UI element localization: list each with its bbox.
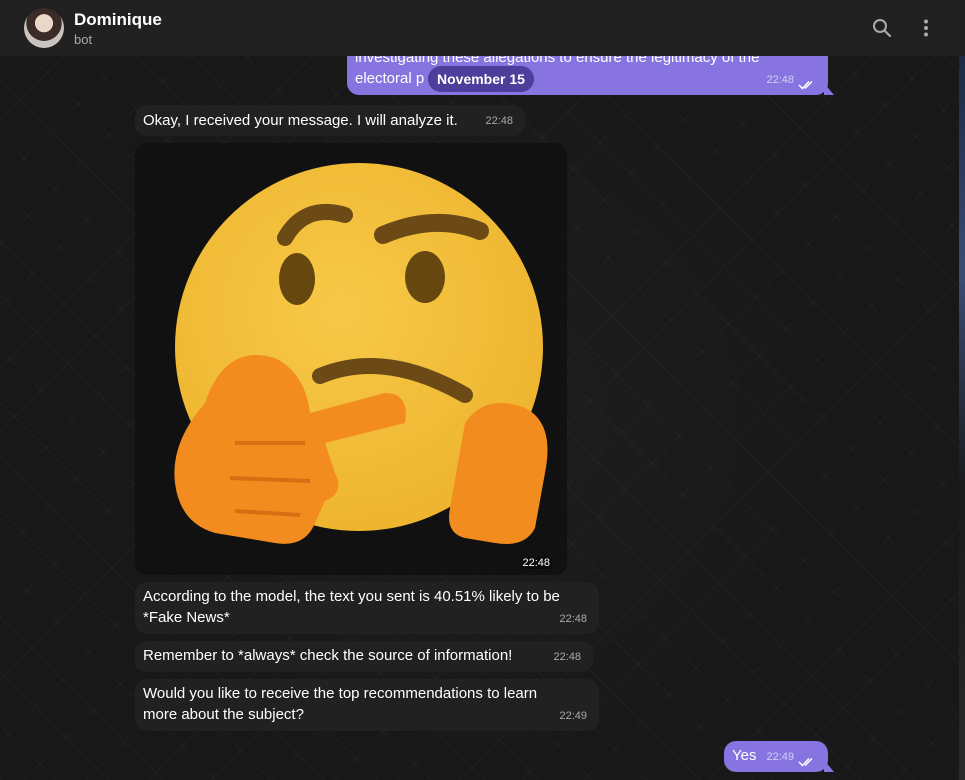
more-vert-icon[interactable] bbox=[914, 16, 938, 40]
scroll-edge bbox=[959, 56, 965, 780]
incoming-message[interactable]: Okay, I received your message. I will an… bbox=[135, 105, 525, 136]
message-text: Remember to *always* check the source of… bbox=[143, 647, 513, 664]
sticker-message[interactable]: 22:48 bbox=[135, 143, 567, 575]
chat-title[interactable]: Dominique bbox=[74, 10, 162, 30]
outgoing-message[interactable]: Yes 22:49 bbox=[724, 741, 834, 772]
message-time: 22:48 bbox=[519, 557, 553, 569]
message-text-line2: electoral p bbox=[355, 70, 425, 87]
message-text-line2: *Fake News* bbox=[143, 609, 230, 626]
message-time: 22:48 bbox=[553, 651, 581, 663]
message-time: 22:48 bbox=[485, 115, 513, 127]
message-text-line2: more about the subject? bbox=[143, 706, 304, 723]
incoming-message[interactable]: According to the model, the text you sen… bbox=[135, 582, 599, 634]
message-text: Yes bbox=[732, 747, 757, 764]
search-icon[interactable] bbox=[870, 16, 894, 40]
message-time: 22:48 bbox=[766, 74, 794, 86]
message-time: 22:49 bbox=[766, 751, 794, 763]
message-text-line1: Would you like to receive the top recomm… bbox=[143, 685, 538, 702]
double-check-icon bbox=[798, 80, 813, 90]
double-check-icon bbox=[798, 757, 813, 767]
message-time: 22:49 bbox=[559, 710, 587, 722]
incoming-message[interactable]: Would you like to receive the top recomm… bbox=[135, 679, 599, 731]
avatar[interactable] bbox=[24, 8, 64, 48]
thinking-face-sticker bbox=[174, 163, 548, 544]
message-time: 22:48 bbox=[559, 613, 587, 625]
message-text: Okay, I received your message. I will an… bbox=[143, 112, 458, 129]
date-separator: November 15 bbox=[428, 66, 534, 92]
chat-header: Dominique bot bbox=[0, 0, 965, 56]
incoming-message[interactable]: Remember to *always* check the source of… bbox=[135, 641, 593, 672]
chat-status: bot bbox=[74, 32, 93, 47]
message-text-line1: According to the model, the text you sen… bbox=[143, 588, 560, 605]
